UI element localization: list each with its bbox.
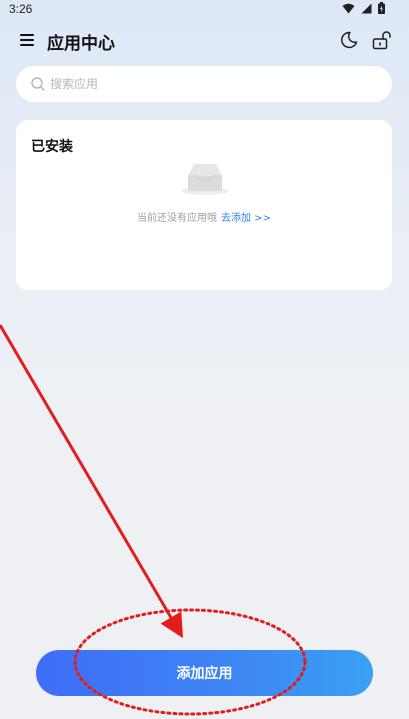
battery-icon: [378, 2, 385, 14]
add-app-link[interactable]: 去添加 >>: [221, 213, 271, 224]
add-app-button[interactable]: 添加应用: [36, 650, 373, 696]
unlock-icon[interactable]: [372, 30, 391, 50]
status-icons: [342, 2, 385, 14]
empty-text: 当前还没有应用哦: [137, 213, 218, 224]
empty-box-icon: [181, 164, 229, 195]
status-bar: 3:26: [0, 0, 409, 18]
menu-icon[interactable]: [20, 34, 34, 46]
search-icon: [31, 77, 45, 91]
signal-icon: [361, 3, 372, 13]
moon-icon[interactable]: [340, 31, 358, 49]
installed-card: 已安装 当前还没有应用哦 去添加 >>: [16, 120, 392, 290]
search-box[interactable]: [16, 66, 392, 102]
app-bar: 应用中心: [0, 26, 409, 56]
red-arrow-annotation: [0, 324, 307, 716]
search-input[interactable]: [50, 77, 370, 91]
status-time: 3:26: [9, 2, 33, 16]
empty-state: 当前还没有应用哦 去添加 >>: [16, 209, 392, 224]
installed-title: 已安装: [31, 139, 73, 155]
page-title: 应用中心: [47, 34, 115, 54]
wifi-icon: [342, 3, 355, 13]
